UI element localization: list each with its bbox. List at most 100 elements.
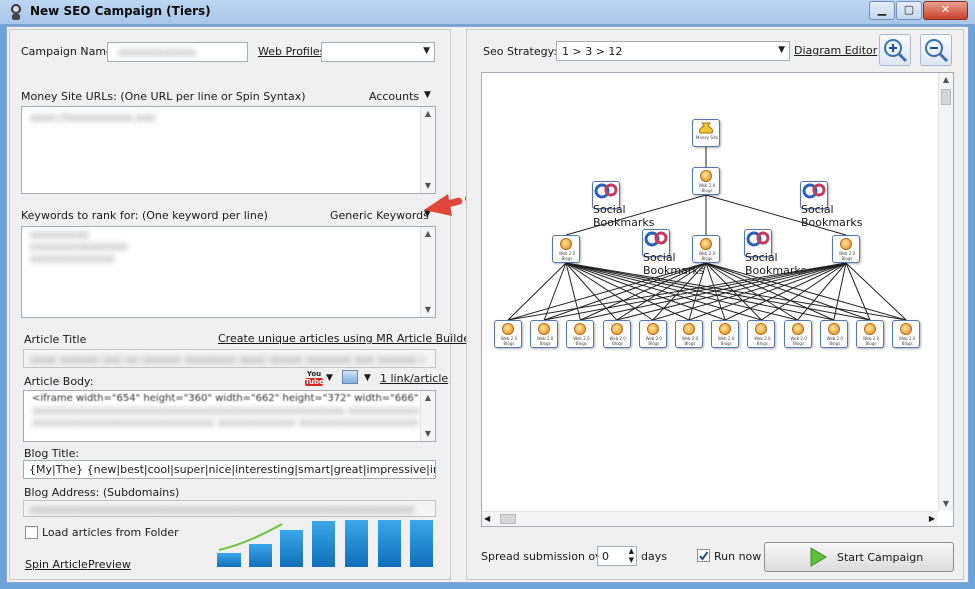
social-bookmarks-node[interactable]: Social Bookmarks <box>744 229 806 277</box>
accounts-chevron-icon[interactable]: ▼ <box>424 90 431 100</box>
diagram-horizontal-scrollbar[interactable]: ◀ ▶ <box>482 511 938 526</box>
scroll-down-icon[interactable]: ▼ <box>421 427 435 441</box>
money-site-urls-textarea[interactable]: xxxx://xxxxxxxxxx.xxx ▲ ▼ <box>21 106 436 194</box>
tier2-node[interactable]: Web 2.0 Blogs <box>552 235 580 263</box>
campaign-name-input[interactable]: xxxxxxxxxxxx <box>107 42 248 62</box>
blog-title-input[interactable]: {My|The} {new|best|cool|super|nice|inter… <box>23 460 436 479</box>
blog-address-input[interactable]: xxxxxxxxxxxxxxxxxxxxxxxxxxxxxxxxxxxxxxxx… <box>23 500 436 517</box>
image-chevron-icon[interactable]: ▼ <box>364 373 371 383</box>
social-bookmarks-node[interactable]: Social Bookmarks <box>800 181 862 229</box>
scroll-up-icon[interactable]: ▲ <box>421 107 435 121</box>
node-caption: Web 2.0 Blogs <box>790 336 807 346</box>
node-caption: Social Bookmarks <box>593 203 655 229</box>
seo-strategy-diagram[interactable]: Money Site Web 2.0 Blogs Web 2.0 Blogs Web … <box>481 72 954 527</box>
image-icon[interactable] <box>342 370 358 384</box>
scroll-right-icon[interactable]: ▶ <box>929 512 935 526</box>
run-now-label: Run now <box>714 550 762 563</box>
spinner-arrows-icon[interactable]: ▲ ▼ <box>629 547 634 565</box>
diagram-editor-link[interactable]: Diagram Editor <box>794 44 877 57</box>
tier3-node[interactable]: Web 2.0 Blogs <box>856 320 884 348</box>
scroll-down-icon[interactable]: ▼ <box>421 303 435 317</box>
tier2-node[interactable]: Web 2.0 Blogs <box>832 235 860 263</box>
money-site-node[interactable]: Money Site <box>692 119 720 147</box>
seo-gears-icon <box>644 231 668 247</box>
tier1-node[interactable]: Web 2.0 Blogs <box>692 167 720 195</box>
run-now-checkbox[interactable] <box>697 549 710 562</box>
scroll-up-icon[interactable]: ▲ <box>421 227 435 241</box>
seo-gears-icon <box>746 231 770 247</box>
keywords-scrollbar[interactable]: ▲ ▼ <box>420 227 435 317</box>
money-bag-icon <box>699 122 713 134</box>
node-caption: Web 2.0 Blogs <box>899 336 916 346</box>
tier2-node[interactable]: Web 2.0 Blogs <box>692 235 720 263</box>
node-caption: Web 2.0 Blogs <box>826 336 843 346</box>
play-icon <box>810 547 827 567</box>
scroll-up-icon[interactable]: ▲ <box>421 391 435 405</box>
article-body-textarea[interactable]: <iframe width="654" height="360" width="… <box>23 390 436 442</box>
spin-article-link[interactable]: Spin Article <box>25 558 88 571</box>
link-per-article-link[interactable]: 1 link/article <box>380 372 448 385</box>
node-caption: Social Bookmarks <box>801 203 863 229</box>
scroll-down-icon[interactable]: ▼ <box>939 497 953 511</box>
tier3-node[interactable]: Web 2.0 Blogs <box>892 320 921 348</box>
minimize-button[interactable]: ▁ <box>869 1 895 20</box>
seo-gears-icon <box>594 183 618 199</box>
tier3-node[interactable]: Web 2.0 Blogs <box>494 320 522 348</box>
zoom-out-button[interactable] <box>920 34 952 66</box>
tier3-node[interactable]: Web 2.0 Blogs <box>783 320 812 348</box>
node-caption: Money Site <box>695 135 719 140</box>
tier3-node[interactable]: Web 2.0 Blogs <box>638 320 667 348</box>
generic-keywords-dropdown[interactable]: Generic Keywords <box>330 209 429 222</box>
tier3-node[interactable]: Web 2.0 Blogs <box>566 320 595 348</box>
youtube-icon[interactable]: You Tube <box>305 369 324 388</box>
preview-link[interactable]: Preview <box>88 558 131 571</box>
youtube-chevron-icon[interactable]: ▼ <box>326 373 333 383</box>
node-caption: Web 2.0 Blogs <box>698 183 716 193</box>
article-body-scrollbar[interactable]: ▲ ▼ <box>420 391 435 441</box>
start-campaign-button[interactable]: Start Campaign <box>764 542 954 572</box>
article-title-input[interactable]: xxxx xxxxxx xxx xx xxxxxx xxxxxxxx xxxx … <box>23 349 436 368</box>
node-caption: Web 2.0 Blogs <box>500 336 518 346</box>
load-folder-checkbox[interactable] <box>25 526 38 539</box>
node-caption: Web 2.0 Blogs <box>698 251 716 261</box>
close-button[interactable]: ✕ <box>923 1 968 20</box>
web-profiles-select[interactable]: ▼ <box>321 42 435 62</box>
scroll-thumb[interactable] <box>941 89 951 105</box>
tier3-node[interactable]: Web 2.0 Blogs <box>819 320 848 348</box>
title-bar: New SEO Campaign (Tiers) ▁ ▢ ✕ <box>0 0 975 25</box>
web20-coin-icon <box>574 323 587 335</box>
web20-coin-icon <box>560 238 572 250</box>
zoom-in-button[interactable] <box>879 34 911 66</box>
social-bookmarks-node[interactable]: Social Bookmarks <box>592 181 654 229</box>
accounts-dropdown[interactable]: Accounts <box>369 90 419 103</box>
tier3-node[interactable]: Web 2.0 Blogs <box>675 320 703 348</box>
diagram-edge <box>543 262 567 321</box>
growth-bars-graphic <box>217 520 433 567</box>
web20-coin-icon <box>719 323 732 335</box>
blog-title-label: Blog Title: <box>24 447 80 460</box>
diagram-vertical-scrollbar[interactable]: ▲ ▼ <box>938 73 953 511</box>
keywords-textarea[interactable]: xxxxxxxxx xxxxxxxxxxxxxxx xxxxxxxxxxxxx ▲ … <box>21 226 436 318</box>
scroll-up-icon[interactable]: ▲ <box>939 73 953 87</box>
keywords-label: Keywords to rank for: (One keyword per l… <box>21 209 268 222</box>
web20-coin-icon <box>791 323 804 335</box>
seo-strategy-select[interactable]: 1 > 3 > 12 ▼ <box>556 41 790 61</box>
tier3-node[interactable]: Web 2.0 Blogs <box>530 320 559 348</box>
tier3-node[interactable]: Web 2.0 Blogs <box>602 320 631 348</box>
maximize-button[interactable]: ▢ <box>896 1 922 20</box>
spread-days-spinner[interactable]: 0 ▲ ▼ <box>597 546 637 566</box>
web20-coin-icon <box>700 170 712 182</box>
seo-gears-icon <box>802 183 826 199</box>
web-profiles-link[interactable]: Web Profiles <box>258 45 325 58</box>
node-caption: Web 2.0 Blogs <box>537 336 554 346</box>
node-caption: Web 2.0 Blogs <box>645 336 662 346</box>
scroll-thumb[interactable] <box>500 514 516 524</box>
tier3-node[interactable]: Web 2.0 Blogs <box>711 320 740 348</box>
tier3-node[interactable]: Web 2.0 Blogs <box>747 320 776 348</box>
scroll-left-icon[interactable]: ◀ <box>484 512 490 526</box>
social-bookmarks-node[interactable]: Social Bookmarks <box>642 229 704 277</box>
web20-coin-icon <box>646 323 659 335</box>
article-builder-link[interactable]: Create unique articles using MR Article … <box>218 332 475 345</box>
web20-coin-icon <box>864 323 876 335</box>
web20-coin-icon <box>502 323 514 335</box>
